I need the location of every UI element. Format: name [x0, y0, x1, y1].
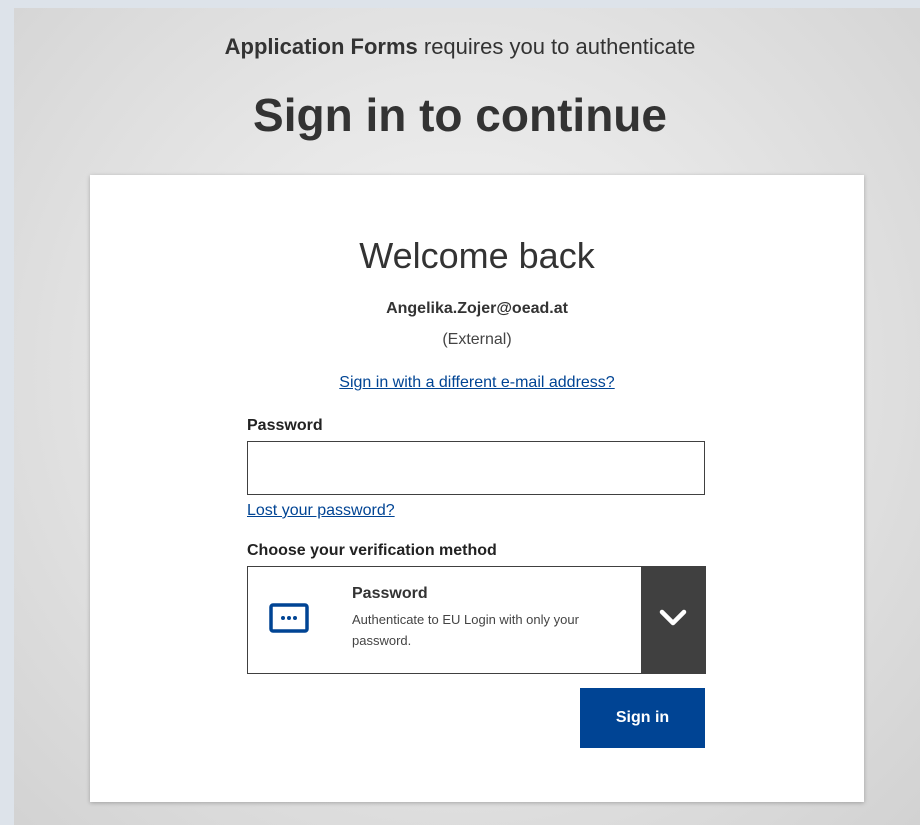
- chevron-down-button[interactable]: [641, 567, 705, 673]
- verification-text: Password Authenticate to EU Login with o…: [330, 567, 641, 673]
- verification-icon-wrap: [248, 567, 330, 673]
- requires-text: requires you to authenticate: [417, 34, 696, 59]
- account-type: (External): [442, 331, 512, 348]
- different-email-link[interactable]: Sign in with a different e-mail address?: [90, 374, 864, 392]
- lost-password-link[interactable]: Lost your password?: [247, 502, 395, 520]
- password-input[interactable]: [247, 441, 705, 495]
- auth-requirement-text: Application Forms requires you to authen…: [0, 34, 920, 60]
- verification-title: Password: [352, 585, 428, 602]
- user-email: Angelika.Zojer@oead.at: [386, 300, 568, 317]
- welcome-heading: Welcome back: [359, 235, 595, 276]
- app-name: Application Forms: [224, 34, 418, 59]
- login-card: Welcome back Angelika.Zojer@oead.at (Ext…: [90, 175, 864, 802]
- sign-in-button[interactable]: Sign in: [580, 688, 705, 748]
- password-dots-icon: [269, 602, 309, 638]
- verification-description: Authenticate to EU Login with only your …: [352, 612, 579, 648]
- password-label: Password: [247, 417, 323, 434]
- verification-method-label: Choose your verification method: [247, 542, 497, 559]
- page-title: Sign in to continue: [253, 89, 667, 141]
- verification-method-select[interactable]: Password Authenticate to EU Login with o…: [247, 566, 706, 674]
- top-strip: [0, 0, 920, 8]
- chevron-down-icon: [659, 608, 687, 633]
